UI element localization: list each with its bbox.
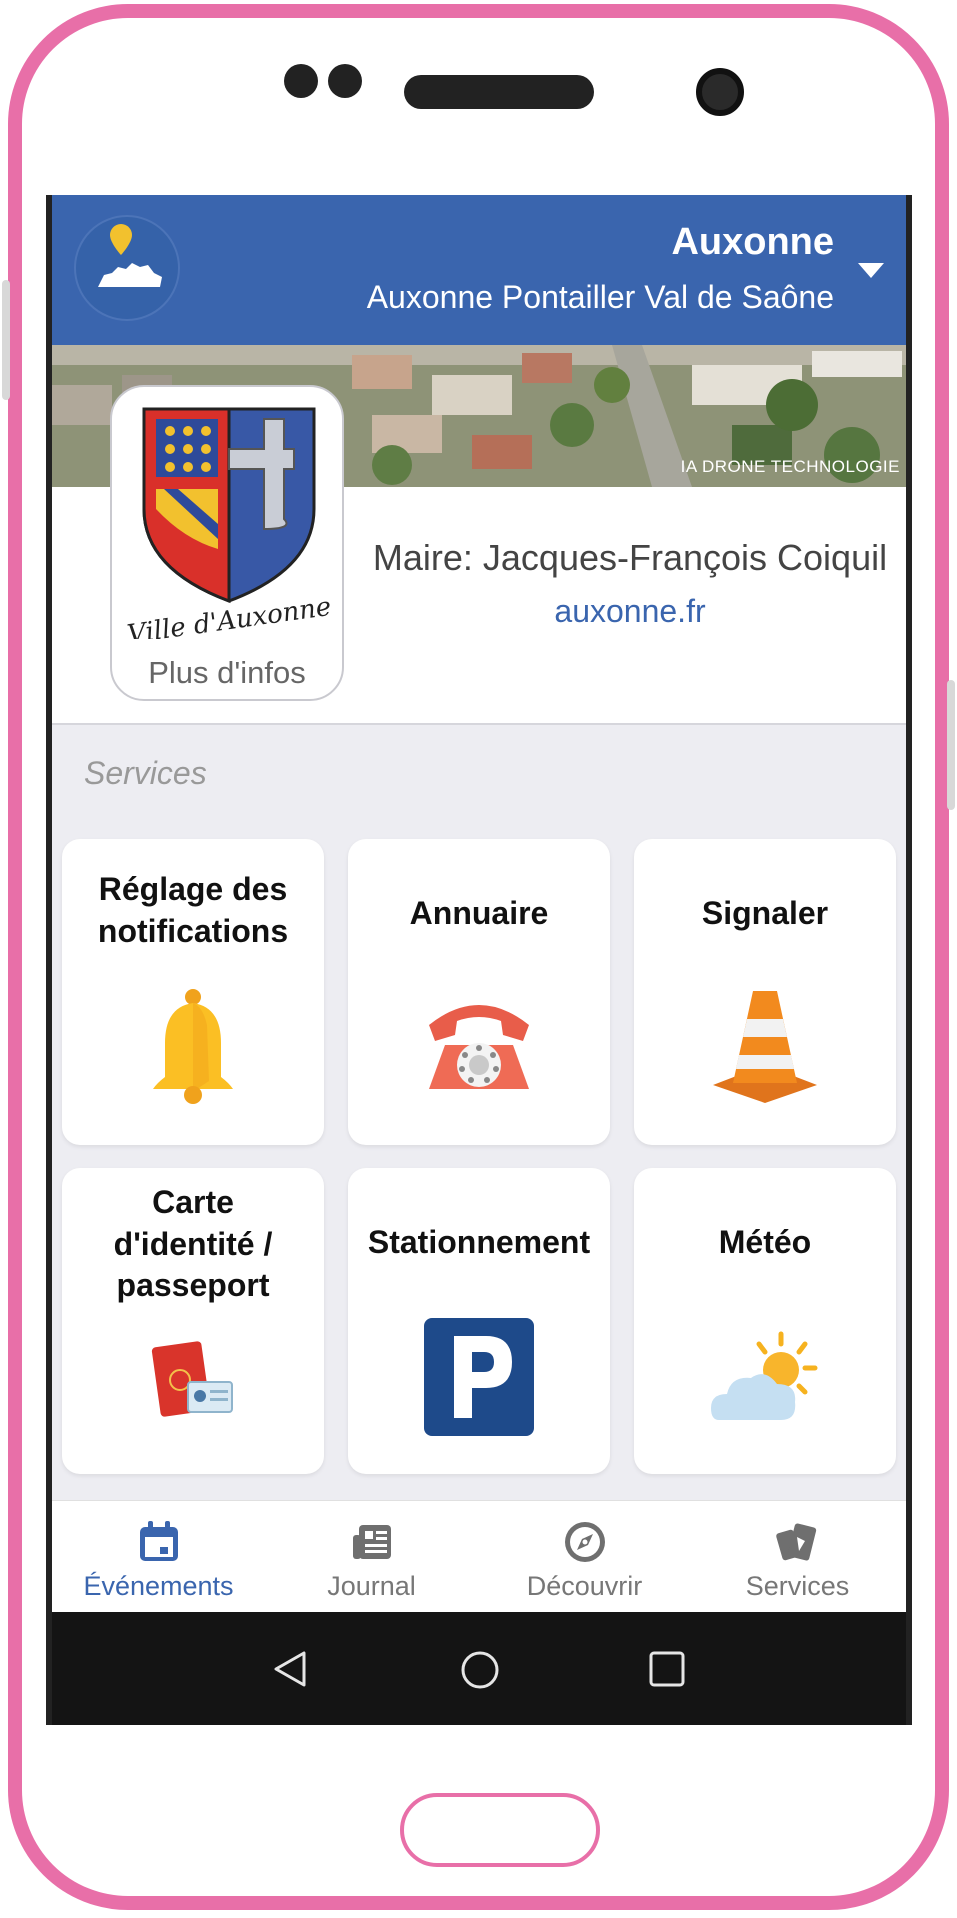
tile-directory[interactable]: Annuaire	[348, 839, 610, 1145]
tab-label: Découvrir	[526, 1571, 643, 1601]
tab-discover[interactable]: Découvrir	[478, 1501, 691, 1613]
tile-parking[interactable]: Stationnement	[348, 1168, 610, 1474]
app-header: Auxonne Auxonne Pontailler Val de Saône	[52, 195, 906, 345]
sensor-dot-left	[284, 64, 318, 98]
parking-icon	[424, 1318, 534, 1436]
calendar-icon	[140, 1521, 178, 1561]
section-title: Services	[84, 755, 207, 791]
city-crest-card[interactable]: Ville d'Auxonne Plus d'infos	[110, 385, 344, 701]
tab-label: Événements	[83, 1571, 234, 1601]
coat-of-arms-icon: Ville d'Auxonne	[125, 407, 333, 639]
tile-label: Annuaire	[409, 895, 549, 931]
tile-label: Stationnement	[367, 1224, 591, 1260]
bottom-tab-bar: Événements Journal Découvrir Services	[52, 1500, 906, 1612]
tile-label: Météo	[718, 1224, 812, 1260]
compass-icon	[565, 1522, 605, 1562]
app-screen: Auxonne Auxonne Pontailler Val de Saône	[46, 195, 912, 1725]
tab-services[interactable]: Services	[691, 1501, 904, 1613]
tile-label: Carte d'identité / passeport	[113, 1184, 273, 1304]
mayor-name: Maire: Jacques-François Coiquil	[372, 537, 888, 578]
sensor-dot-right	[328, 64, 362, 98]
tile-label: Réglage des notifications	[97, 871, 289, 949]
website-link[interactable]: auxonne.fr	[370, 593, 890, 630]
app-logo[interactable]	[74, 215, 180, 321]
power-button	[947, 680, 955, 810]
more-info-link[interactable]: Plus d'infos	[112, 655, 342, 691]
community-name[interactable]: Auxonne Pontailler Val de Saône	[367, 279, 834, 316]
tile-id-passport[interactable]: Carte d'identité / passeport	[62, 1168, 324, 1474]
passport-icon	[151, 1341, 233, 1417]
earpiece-speaker	[404, 75, 594, 109]
tile-report[interactable]: Signaler	[634, 839, 896, 1145]
tab-label: Services	[745, 1571, 850, 1601]
city-profile: Ville d'Auxonne Plus d'infos Maire: Jacq…	[52, 385, 906, 725]
back-icon[interactable]	[272, 1650, 310, 1688]
home-button[interactable]	[400, 1793, 600, 1867]
photo-credit: IA DRONE TECHNOLOGIE	[680, 457, 900, 476]
tile-notifications[interactable]: Réglage des notifications	[62, 839, 324, 1145]
telephone-icon	[429, 1005, 529, 1089]
chevron-down-icon[interactable]	[858, 263, 884, 278]
city-name[interactable]: Auxonne	[671, 221, 834, 264]
weather-icon	[711, 1331, 818, 1420]
volume-button	[2, 280, 10, 400]
front-camera	[696, 68, 744, 116]
newspaper-icon	[353, 1525, 391, 1559]
tab-events[interactable]: Événements	[52, 1501, 265, 1613]
tab-journal[interactable]: Journal	[265, 1501, 478, 1613]
cards-icon	[776, 1523, 817, 1561]
traffic-cone-icon	[713, 991, 817, 1103]
tile-weather[interactable]: Météo	[634, 1168, 896, 1474]
android-nav-bar	[52, 1612, 906, 1725]
tab-label: Journal	[327, 1571, 416, 1601]
bell-icon	[153, 989, 233, 1104]
tile-label: Signaler	[701, 895, 829, 931]
recents-icon[interactable]	[648, 1650, 686, 1688]
home-icon[interactable]	[460, 1650, 500, 1690]
